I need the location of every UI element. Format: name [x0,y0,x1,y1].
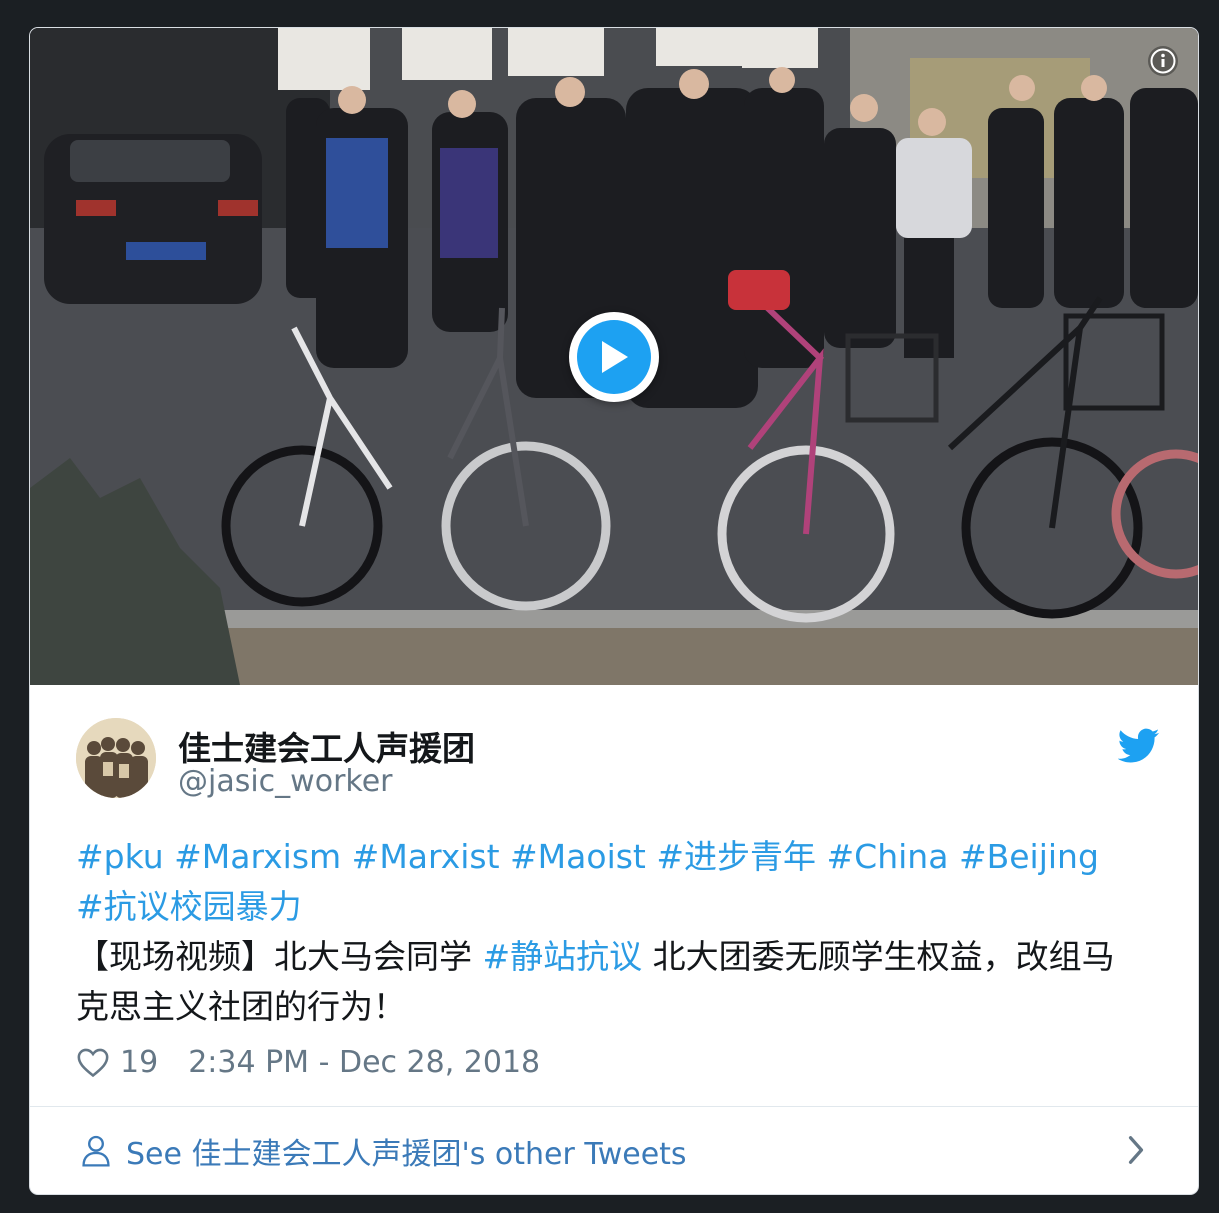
play-button[interactable] [569,312,659,402]
avatar[interactable] [76,718,156,798]
tweet-timestamp[interactable]: 2:34 PM - Dec 28, 2018 [188,1045,540,1080]
hashtag-link[interactable]: #China [827,837,949,876]
hashtag-link[interactable]: #Marxism [174,837,341,876]
tweet-body: 【现场视频】北大马会同学 #静站抗议 北大团委无顾学生权益，改组马克思主义社团的… [76,932,1136,1032]
play-icon [602,341,628,373]
twitter-bird-icon[interactable] [1118,728,1160,764]
video-media[interactable] [30,28,1198,685]
hashtag-link[interactable]: #进步青年 [656,837,816,876]
play-button-inner [577,320,651,394]
hashtag-link[interactable]: #Maoist [510,837,646,876]
info-button[interactable] [1148,46,1178,76]
author-screen-name[interactable]: @jasic_worker [178,764,393,799]
hashtags-line: #pku #Marxism #Marxist #Maoist #进步青年 #Ch… [76,832,1136,932]
tweet-text: #pku #Marxism #Marxist #Maoist #进步青年 #Ch… [76,832,1136,1032]
tweet-author: 佳士建会工人声援团 @jasic_worker [76,718,1160,802]
chevron-right-icon [1128,1136,1144,1164]
heart-icon [77,1048,109,1078]
info-icon [1150,48,1176,74]
hashtag-link[interactable]: #Marxist [352,837,500,876]
see-other-tweets-label: See 佳士建会工人声援团's other Tweets [126,1136,687,1172]
tweet-body-prefix: 【现场视频】北大马会同学 [76,937,483,976]
like-count: 19 [120,1044,159,1080]
like-button[interactable]: 19 [76,1045,158,1080]
see-other-tweets-link[interactable]: See 佳士建会工人声援团's other Tweets [30,1107,1198,1194]
avatar-image [76,718,156,798]
person-icon [82,1135,110,1167]
hashtag-link[interactable]: #Beijing [959,837,1099,876]
hashtag-link[interactable]: #抗议校园暴力 [76,887,302,926]
tweet-meta: 19 2:34 PM - Dec 28, 2018 [76,1042,540,1082]
tweet-embed-card: 佳士建会工人声援团 @jasic_worker #pku #Marxism #M… [30,28,1198,1194]
author-display-name[interactable]: 佳士建会工人声援团 [178,722,475,770]
hashtag-link[interactable]: #静站抗议 [483,937,643,976]
hashtag-link[interactable]: #pku [76,837,164,876]
